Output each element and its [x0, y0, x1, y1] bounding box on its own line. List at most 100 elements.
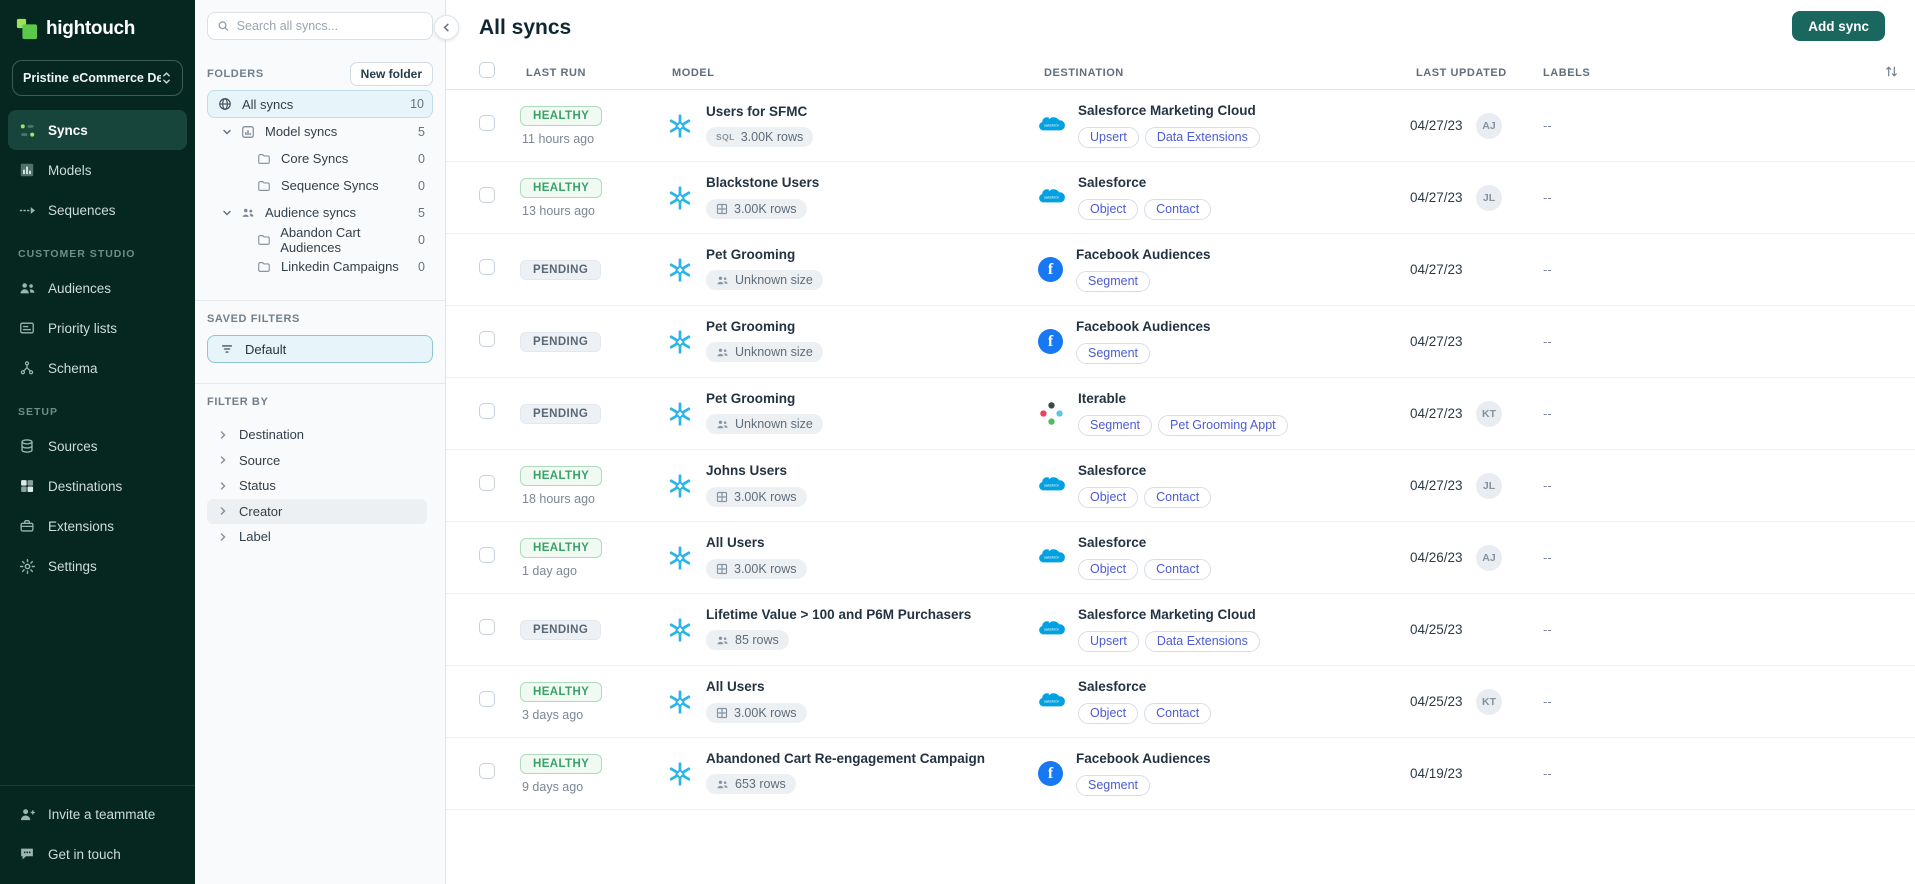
folders-title: FOLDERS	[207, 68, 264, 80]
saved-filters: Default	[207, 335, 433, 363]
model-size-pill: 3.00K rows	[706, 559, 807, 579]
status-badge: HEALTHY	[520, 538, 602, 558]
collapse-sidebar-button[interactable]	[434, 15, 459, 40]
filter-icon	[218, 340, 236, 358]
nav-sections: CUSTOMER STUDIOAudiencesPriority listsSc…	[0, 230, 195, 586]
sidebar-item-priority-lists[interactable]: Priority lists	[8, 308, 187, 348]
table-row[interactable]: PENDINGPet GroomingUnknown sizefFacebook…	[446, 234, 1915, 306]
sidebar-item-sources[interactable]: Sources	[8, 426, 187, 466]
facebook-icon: f	[1038, 761, 1063, 786]
filter-by-creator[interactable]: Creator	[207, 499, 427, 525]
snowflake-icon	[666, 616, 693, 643]
sidebar-item-settings[interactable]: Settings	[8, 546, 187, 586]
sidebar-item-invite-a-teammate[interactable]: Invite a teammate	[8, 794, 187, 834]
folder-item-core-syncs[interactable]: Core Syncs0	[207, 145, 433, 172]
sort-icon[interactable]	[1884, 64, 1899, 84]
sidebar-item-audiences[interactable]: Audiences	[8, 268, 187, 308]
filter-label: Source	[239, 453, 280, 468]
table-row[interactable]: PENDINGPet GroomingUnknown sizeIterableS…	[446, 378, 1915, 450]
table-row[interactable]: HEALTHY18 hours agoJohns Users3.00K rows…	[446, 450, 1915, 522]
model-name: Blackstone Users	[706, 175, 819, 191]
avatar[interactable]: KT	[1476, 689, 1502, 715]
filter-by-source[interactable]: Source	[207, 448, 427, 474]
table-row[interactable]: HEALTHY1 day agoAll Users3.00K rowssales…	[446, 522, 1915, 594]
table-row[interactable]: HEALTHY3 days agoAll Users3.00K rowssale…	[446, 666, 1915, 738]
table-row[interactable]: PENDINGPet GroomingUnknown sizefFacebook…	[446, 306, 1915, 378]
globe-icon	[216, 95, 234, 113]
filter-by-destination[interactable]: Destination	[207, 422, 427, 448]
folder-item-linkedin-campaigns[interactable]: Linkedin Campaigns0	[207, 253, 433, 280]
workspace-selector[interactable]: Pristine eCommerce De...	[12, 60, 183, 96]
table-row[interactable]: HEALTHY9 days agoAbandoned Cart Re-engag…	[446, 738, 1915, 810]
folder-item-model-syncs[interactable]: Model syncs5	[207, 118, 433, 145]
status-badge: HEALTHY	[520, 178, 602, 198]
model-size-pill: 3.00K rows	[706, 487, 807, 507]
snowflake-icon	[666, 328, 693, 355]
avatar[interactable]: AJ	[1476, 113, 1502, 139]
row-checkbox[interactable]	[479, 403, 495, 419]
extensions-icon	[18, 517, 36, 535]
table-row[interactable]: HEALTHY13 hours agoBlackstone Users3.00K…	[446, 162, 1915, 234]
destination-name: Salesforce	[1078, 535, 1211, 551]
sidebar-item-schema[interactable]: Schema	[8, 348, 187, 388]
row-checkbox[interactable]	[479, 475, 495, 491]
folder-count: 10	[410, 97, 424, 111]
facebook-icon: f	[1038, 257, 1063, 282]
row-checkbox[interactable]	[479, 763, 495, 779]
status-badge: HEALTHY	[520, 466, 602, 486]
column-header-last-updated: LAST UPDATED	[1410, 67, 1537, 79]
sidebar-footer: Invite a teammateGet in touch	[0, 785, 195, 884]
sidebar-item-extensions[interactable]: Extensions	[8, 506, 187, 546]
saved-filter-default[interactable]: Default	[207, 335, 433, 363]
folder-count: 5	[418, 206, 425, 220]
row-checkbox[interactable]	[479, 187, 495, 203]
row-checkbox[interactable]	[479, 619, 495, 635]
add-sync-button[interactable]: Add sync	[1792, 11, 1885, 41]
chevron-down-icon[interactable]	[221, 126, 233, 138]
folder-item-all-syncs[interactable]: All syncs10	[207, 90, 433, 118]
row-checkbox[interactable]	[479, 115, 495, 131]
destination-tag: Upsert	[1078, 631, 1139, 652]
search-input[interactable]	[237, 19, 423, 33]
table-row[interactable]: PENDINGLifetime Value > 100 and P6M Purc…	[446, 594, 1915, 666]
row-checkbox[interactable]	[479, 547, 495, 563]
sidebar-item-get-in-touch[interactable]: Get in touch	[8, 834, 187, 874]
snowflake-icon	[666, 544, 693, 571]
row-checkbox[interactable]	[479, 331, 495, 347]
model-name: All Users	[706, 535, 807, 551]
hightouch-logo[interactable]: hightouch	[0, 12, 195, 50]
chevron-down-icon[interactable]	[221, 207, 233, 219]
avatar[interactable]: JL	[1476, 473, 1502, 499]
avatar[interactable]: JL	[1476, 185, 1502, 211]
sequences-icon	[18, 201, 36, 219]
destination-name: Facebook Audiences	[1076, 247, 1211, 263]
sidebar-item-sequences[interactable]: Sequences	[8, 190, 187, 230]
syncs-sidebar: FOLDERS New folder All syncs10Model sync…	[195, 0, 446, 884]
avatar[interactable]: AJ	[1476, 545, 1502, 571]
sidebar-item-destinations[interactable]: Destinations	[8, 466, 187, 506]
sidebar-item-syncs[interactable]: Syncs	[8, 110, 187, 150]
table-row[interactable]: HEALTHY11 hours agoUsers for SFMCSQL3.00…	[446, 90, 1915, 162]
filter-by-status[interactable]: Status	[207, 473, 427, 499]
row-checkbox[interactable]	[479, 259, 495, 275]
select-all-checkbox[interactable]	[479, 62, 495, 78]
destination-name: Facebook Audiences	[1076, 751, 1211, 767]
new-folder-button[interactable]: New folder	[350, 62, 433, 86]
last-updated-date: 04/27/23	[1410, 262, 1476, 277]
destination-tag: Data Extensions	[1145, 127, 1260, 148]
avatar[interactable]: KT	[1476, 401, 1502, 427]
folder-item-sequence-syncs[interactable]: Sequence Syncs0	[207, 172, 433, 199]
destination-tag: Data Extensions	[1145, 631, 1260, 652]
nav-section-title: SETUP	[0, 388, 195, 426]
sidebar-item-models[interactable]: Models	[8, 150, 187, 190]
sidebar-item-label: Destinations	[48, 479, 122, 494]
filter-by-label[interactable]: Label	[207, 524, 427, 550]
destination-name: Facebook Audiences	[1076, 319, 1211, 335]
model-size: 653 rows	[735, 777, 786, 791]
row-checkbox[interactable]	[479, 691, 495, 707]
model-size-pill: 85 rows	[706, 630, 789, 650]
folder-item-audience-syncs[interactable]: Audience syncs5	[207, 199, 433, 226]
folder-item-abandon-cart-audiences[interactable]: Abandon Cart Audiences0	[207, 226, 433, 253]
audience-icon	[716, 274, 729, 287]
folder-icon	[255, 231, 272, 249]
